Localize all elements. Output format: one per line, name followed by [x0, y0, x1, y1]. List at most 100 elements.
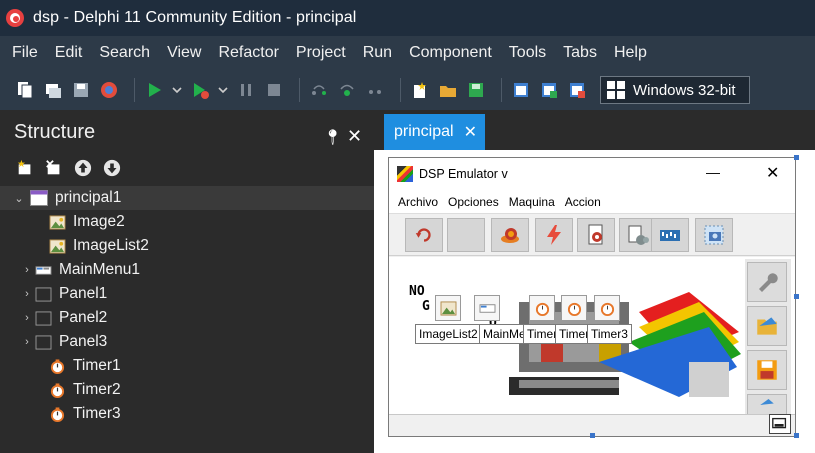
tree-node-imagelist2[interactable]: ImageList2: [0, 234, 374, 258]
chevron-right-icon[interactable]: ›: [20, 264, 34, 276]
toolbar-separator: [400, 78, 401, 102]
close-icon[interactable]: ✕: [464, 122, 477, 142]
minimize-icon[interactable]: —: [706, 164, 720, 180]
settings-document-icon[interactable]: [577, 218, 615, 252]
tree-node-timer1[interactable]: Timer1: [0, 354, 374, 378]
structure-header: Structure 📍︎ ✕: [0, 110, 374, 152]
tree-node-mainmenu1[interactable]: › MainMenu1: [0, 258, 374, 282]
tree-node-label: Timer3: [73, 405, 121, 422]
open-project-icon[interactable]: [42, 79, 64, 101]
window-title: dsp - Delphi 11 Community Edition - prin…: [33, 9, 357, 26]
new-file-icon[interactable]: [409, 79, 431, 101]
windows-logo-icon: [607, 81, 625, 99]
menu-view[interactable]: View: [167, 44, 201, 62]
timer-component-icon[interactable]: [529, 295, 555, 321]
tape-icon[interactable]: [747, 394, 787, 416]
move-down-icon[interactable]: [101, 157, 123, 179]
menu-tabs[interactable]: Tabs: [563, 44, 597, 62]
chevron-down-icon[interactable]: [217, 79, 229, 101]
close-icon[interactable]: ✕: [766, 163, 779, 183]
menu-bar: File Edit Search View Refactor Project R…: [0, 36, 815, 70]
chevron-down-icon[interactable]: ⌄: [12, 192, 26, 205]
run-without-debug-icon[interactable]: [189, 79, 211, 101]
toolbar-separator: [299, 78, 300, 102]
run-to-cursor-icon[interactable]: [364, 79, 386, 101]
floppy-icon[interactable]: [747, 350, 787, 390]
menu-help[interactable]: Help: [614, 44, 647, 62]
chevron-right-icon[interactable]: ›: [20, 288, 34, 300]
target-platform-dropdown[interactable]: Windows 32-bit: [600, 76, 750, 104]
designed-form[interactable]: DSP Emulator v — ✕ Archivo Opciones Maqu…: [388, 157, 796, 437]
platform-label: Windows 32-bit: [633, 81, 736, 99]
tree-node-label: Panel1: [59, 285, 108, 302]
toggle-form-unit-icon[interactable]: [510, 79, 532, 101]
menu-search[interactable]: Search: [99, 44, 150, 62]
form-menu-maquina[interactable]: Maquina: [509, 195, 555, 209]
reset-icon[interactable]: [405, 218, 443, 252]
timer-component-icon[interactable]: [594, 295, 620, 321]
tree-node-panel2[interactable]: › Panel2: [0, 306, 374, 330]
form-menu-accion[interactable]: Accion: [565, 195, 601, 209]
tree-node-principal1[interactable]: ⌄ principal1: [0, 186, 374, 210]
menu-edit[interactable]: Edit: [55, 44, 83, 62]
mainmenu-component-icon[interactable]: [474, 295, 500, 321]
tree-node-label: Timer2: [73, 381, 121, 398]
folder-icon[interactable]: [747, 306, 787, 346]
tree-node-timer3[interactable]: Timer3: [0, 402, 374, 426]
timer-component-icon[interactable]: [561, 295, 587, 321]
selection-handle[interactable]: [794, 294, 799, 299]
open-folder-icon[interactable]: [437, 79, 459, 101]
menu-run[interactable]: Run: [363, 44, 392, 62]
form-menu-opciones[interactable]: Opciones: [448, 195, 499, 209]
menu-tools[interactable]: Tools: [509, 44, 546, 62]
tree-node-label: ImageList2: [73, 237, 149, 254]
run-icon[interactable]: [143, 79, 165, 101]
step-over-icon[interactable]: [308, 79, 330, 101]
new-component-icon[interactable]: [14, 157, 36, 179]
screenshot-icon[interactable]: [695, 218, 733, 252]
form-menu-archivo[interactable]: Archivo: [398, 195, 438, 209]
pause-icon[interactable]: [235, 79, 257, 101]
save-all-icon[interactable]: [70, 79, 92, 101]
stop-icon[interactable]: [263, 79, 285, 101]
chevron-down-icon[interactable]: [171, 79, 183, 101]
chevron-right-icon[interactable]: ›: [20, 336, 34, 348]
new-items-icon[interactable]: [14, 79, 36, 101]
view-form-icon[interactable]: [538, 79, 560, 101]
tree-node-label: Timer1: [73, 357, 121, 374]
pin-icon[interactable]: 📍︎: [323, 128, 342, 146]
tab-label: principal: [394, 123, 454, 140]
size-grip-icon[interactable]: [769, 414, 791, 434]
move-up-icon[interactable]: [72, 157, 94, 179]
chevron-right-icon[interactable]: ›: [20, 312, 34, 324]
menu-project[interactable]: Project: [296, 44, 346, 62]
tree-node-panel3[interactable]: › Panel3: [0, 330, 374, 354]
save-icon[interactable]: [465, 79, 487, 101]
imagelist-component-icon[interactable]: [435, 295, 461, 321]
selection-handle[interactable]: [794, 155, 799, 160]
lightning-icon[interactable]: [535, 218, 573, 252]
menu-component[interactable]: Component: [409, 44, 492, 62]
tree-node-timer2[interactable]: Timer2: [0, 378, 374, 402]
selection-handle[interactable]: [590, 433, 595, 438]
view-unit-icon[interactable]: [566, 79, 588, 101]
delete-component-icon[interactable]: [43, 157, 65, 179]
timer-icon: [48, 382, 66, 398]
empty-button[interactable]: [447, 218, 485, 252]
tree-node-label: principal1: [55, 189, 122, 206]
selection-handle[interactable]: [794, 433, 799, 438]
menu-refactor[interactable]: Refactor: [218, 44, 278, 62]
dipswitch-icon[interactable]: [651, 218, 689, 252]
tree-node-image2[interactable]: Image2: [0, 210, 374, 234]
panel-icon: [34, 286, 52, 302]
wrench-icon[interactable]: [747, 262, 787, 302]
tree-node-panel1[interactable]: › Panel1: [0, 282, 374, 306]
close-icon[interactable]: ✕: [347, 126, 362, 147]
tab-principal[interactable]: principal ✕: [384, 114, 485, 150]
toolbar-separator: [134, 78, 135, 102]
trace-into-icon[interactable]: [336, 79, 358, 101]
snail-icon[interactable]: [491, 218, 529, 252]
debug-icon[interactable]: [98, 79, 120, 101]
menu-file[interactable]: File: [12, 44, 38, 62]
title-bar: dsp - Delphi 11 Community Edition - prin…: [0, 0, 815, 36]
